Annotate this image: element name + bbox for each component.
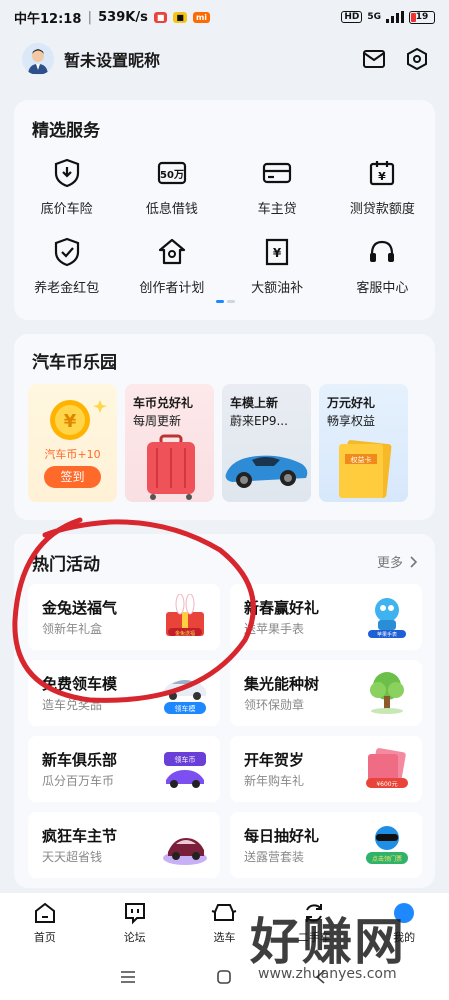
car-icon bbox=[212, 904, 237, 921]
forum-icon bbox=[124, 903, 145, 925]
tab-forum[interactable]: 论坛 bbox=[90, 893, 180, 953]
tab-mine[interactable]: 我的 bbox=[359, 893, 449, 953]
home-icon bbox=[34, 902, 55, 923]
tab-home[interactable]: 首页 bbox=[0, 893, 90, 953]
system-nav-bar bbox=[0, 953, 449, 1000]
tab-bar: 首页 论坛 选车 二手车 我的 bbox=[0, 893, 449, 953]
home-square-icon[interactable] bbox=[216, 969, 232, 985]
profile-dot-icon bbox=[394, 903, 415, 923]
back-icon[interactable] bbox=[313, 969, 329, 985]
menu-icon[interactable] bbox=[120, 970, 136, 984]
annotation-circle bbox=[12, 517, 256, 703]
refresh-icon bbox=[306, 904, 323, 922]
tab-used-car[interactable]: 二手车 bbox=[269, 893, 359, 953]
tab-choose-car[interactable]: 选车 bbox=[180, 893, 270, 953]
